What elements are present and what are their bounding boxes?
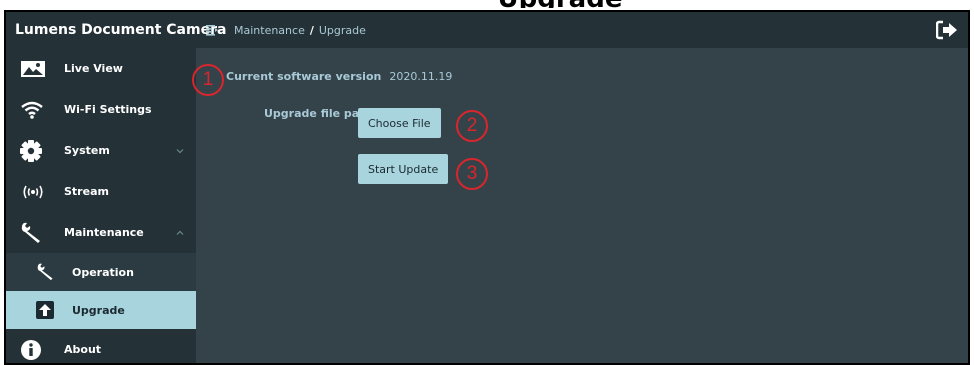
callout-3: 3 — [456, 158, 488, 190]
sidebar: Live View Wi-Fi Settings System Stream M… — [6, 48, 196, 363]
breadcrumb-parent[interactable]: Maintenance — [234, 24, 305, 37]
menu-toggle-icon[interactable] — [206, 23, 220, 37]
callout-2: 2 — [456, 110, 488, 142]
sidebar-item-label: Maintenance — [64, 226, 144, 239]
sidebar-item-system[interactable]: System — [6, 130, 196, 171]
sidebar-item-label: Wi-Fi Settings — [64, 103, 152, 116]
sidebar-item-label: System — [64, 144, 110, 157]
start-update-button[interactable]: Start Update — [358, 154, 449, 184]
software-version-label: Current software version — [226, 70, 382, 83]
breadcrumb-current: Upgrade — [318, 23, 366, 37]
app-title: Lumens Document Camera — [15, 22, 227, 38]
sidebar-subitem-label: Operation — [72, 265, 134, 279]
sidebar-item-live-view[interactable]: Live View — [6, 48, 196, 89]
choose-file-button[interactable]: Choose File — [358, 108, 441, 138]
breadcrumb: Maintenance / Upgrade — [234, 24, 366, 37]
gear-icon — [20, 139, 52, 162]
sidebar-subitem-operation[interactable]: Operation — [6, 253, 196, 291]
info-icon — [20, 339, 52, 361]
top-bar: Lumens Document Camera Maintenance / Upgra… — [6, 12, 968, 48]
software-version-row: Current software version 2020.11.19 — [226, 70, 452, 83]
chevron-up-icon — [176, 227, 184, 235]
image-icon — [20, 58, 52, 80]
upgrade-path-row: Upgrade file path — [264, 107, 372, 120]
sidebar-subitem-upgrade[interactable]: Upgrade — [6, 291, 196, 329]
page-heading-fragment: Upgrade — [300, 0, 820, 8]
app-window: Lumens Document Camera Maintenance / Upgra… — [4, 10, 970, 365]
sidebar-item-stream[interactable]: Stream — [6, 171, 196, 212]
wifi-icon — [20, 99, 52, 121]
sidebar-subitem-label: Upgrade — [72, 303, 125, 317]
sidebar-item-label: About — [64, 343, 102, 356]
upload-icon — [36, 300, 60, 320]
main-content: Current software version 2020.11.19 Upgr… — [192, 48, 968, 363]
wrench-icon — [20, 222, 52, 244]
sidebar-item-about[interactable]: About — [6, 329, 196, 363]
upgrade-path-label: Upgrade file path — [264, 107, 373, 120]
callout-1: 1 — [192, 64, 224, 96]
sidebar-item-label: Live View — [64, 62, 123, 75]
breadcrumb-separator: / — [309, 23, 314, 37]
software-version-value: 2020.11.19 — [389, 70, 453, 83]
sidebar-item-label: Stream — [64, 185, 109, 198]
sidebar-item-wifi-settings[interactable]: Wi-Fi Settings — [6, 89, 196, 130]
logout-icon[interactable] — [935, 20, 958, 40]
wrench-icon — [36, 262, 60, 282]
chevron-down-icon — [176, 145, 184, 154]
sidebar-item-maintenance[interactable]: Maintenance — [6, 212, 196, 253]
broadcast-icon — [20, 181, 52, 203]
